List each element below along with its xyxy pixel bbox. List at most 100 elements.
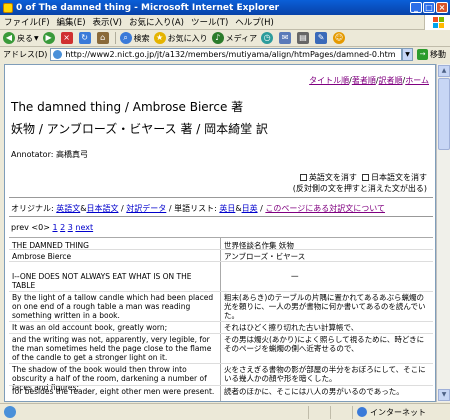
- go-button[interactable]: → 移動: [417, 49, 446, 60]
- pager-prev: prev: [11, 223, 29, 232]
- sep-3: /: [260, 204, 263, 213]
- row-3-en[interactable]: I--ONE DOES NOT ALWAYS EAT WHAT IS ON TH…: [12, 272, 217, 290]
- link-titles[interactable]: タイトル順: [309, 76, 349, 85]
- zone-indicator: インターネット: [352, 405, 450, 419]
- back-button[interactable]: ◀ 戻る ▼: [3, 32, 39, 44]
- row-divider: [9, 249, 433, 250]
- pager-2[interactable]: 2: [60, 223, 65, 232]
- title-bar: 0 of The damned thing - Microsoft Intern…: [0, 0, 450, 15]
- menu-tools[interactable]: ツール(T): [191, 16, 228, 28]
- minimize-button[interactable]: _: [410, 2, 422, 13]
- row-divider: [9, 385, 433, 386]
- edit-button[interactable]: ✎: [315, 32, 328, 44]
- star-icon: ★: [153, 32, 166, 44]
- media-icon: ♪: [211, 32, 224, 44]
- back-label: 戻る: [17, 33, 33, 43]
- window-title: 0 of The damned thing - Microsoft Intern…: [16, 2, 280, 13]
- row-8-ja[interactable]: 読者のほかに、そこには八人の男がいるのであった。: [224, 387, 429, 396]
- link-original-ja[interactable]: 日本語文: [87, 204, 119, 213]
- link-home[interactable]: ホーム: [405, 76, 429, 85]
- pager-1[interactable]: 1: [52, 223, 57, 232]
- row-divider: [9, 363, 433, 364]
- row-2-ja[interactable]: 一: [291, 272, 435, 281]
- history-button[interactable]: ◷: [261, 32, 274, 44]
- status-bar: インターネット: [0, 403, 450, 420]
- link-parallel-data[interactable]: 対訳データ: [126, 204, 166, 213]
- row-divider: [9, 321, 433, 322]
- pager-3[interactable]: 3: [68, 223, 73, 232]
- home-button[interactable]: ⌂: [96, 32, 109, 44]
- row-5-ja[interactable]: それはひどく擦り切れた古い計算帳で、: [224, 323, 429, 332]
- link-wordlist-ja[interactable]: 日英: [242, 204, 258, 213]
- scroll-up-button[interactable]: ▲: [438, 65, 450, 77]
- page-icon: [53, 50, 63, 59]
- divider: [9, 197, 433, 198]
- link-original-en[interactable]: 英語文: [56, 204, 80, 213]
- hide-english-checkbox[interactable]: [299, 174, 307, 181]
- address-input[interactable]: http://www2.nict.go.jp/jt/a132/members/m…: [50, 48, 402, 61]
- row-6-en[interactable]: and the writing was not, apparently, ver…: [12, 335, 217, 362]
- scroll-thumb[interactable]: [438, 78, 450, 150]
- menu-edit[interactable]: 編集(E): [57, 16, 86, 28]
- hide-note: (反対側の文を押すと消えた文が出る): [292, 184, 427, 193]
- menu-help[interactable]: ヘルプ(H): [235, 16, 274, 28]
- search-icon: ⌕: [119, 32, 132, 44]
- forward-button[interactable]: ▶: [42, 32, 55, 44]
- hide-english-label: 英語文を消す: [308, 173, 357, 182]
- row-4-ja[interactable]: 粗末(あらき)のテーブルの片隅に置かれてあるあぶら蝋燭の光を頼りに、一人の男が書…: [224, 293, 429, 320]
- row-1-en[interactable]: Ambrose Bierce: [12, 252, 217, 261]
- refresh-button[interactable]: ↻: [78, 32, 91, 44]
- address-bar: アドレス(D) http://www2.nict.go.jp/jt/a132/m…: [0, 47, 450, 62]
- row-8-en[interactable]: for besides the reader, eight other men …: [12, 387, 217, 396]
- search-button[interactable]: ⌕ 検索: [119, 32, 150, 44]
- print-button[interactable]: ▤: [297, 32, 310, 44]
- address-label: アドレス(D): [3, 50, 48, 59]
- hide-japanese-checkbox[interactable]: [362, 174, 369, 181]
- close-button[interactable]: ×: [436, 2, 448, 13]
- globe-icon: [357, 407, 367, 417]
- page-title-en: The damned thing / Ambrose Bierce 著: [11, 100, 244, 114]
- scroll-down-button[interactable]: ▼: [438, 389, 450, 401]
- pager-next[interactable]: next: [75, 223, 93, 232]
- messenger-button[interactable]: ☺: [333, 32, 346, 44]
- vertical-scrollbar[interactable]: ▲ ▼: [436, 64, 450, 402]
- hide-options: 英語文を消す 日本語文を消す (反対側の文を押すと消えた文が出る): [293, 172, 427, 194]
- menu-view[interactable]: 表示(V): [93, 16, 122, 28]
- english-column: THE DAMNED THING Ambrose Bierce I--ONE D…: [9, 238, 221, 401]
- go-label: 移動: [430, 50, 446, 59]
- mail-button[interactable]: ✉: [279, 32, 292, 44]
- sep-2: / 単語リスト:: [168, 204, 217, 213]
- hide-japanese-label: 日本語文を消す: [371, 173, 427, 182]
- sep-1: /: [121, 204, 124, 213]
- ie-icon: [3, 2, 13, 13]
- maximize-button[interactable]: □: [423, 2, 435, 13]
- link-about-parallel[interactable]: このページにある対訳文について: [265, 204, 385, 213]
- favorites-button[interactable]: ★ お気に入り: [153, 32, 208, 44]
- row-divider: [9, 333, 433, 334]
- media-label: メディア: [225, 33, 258, 43]
- toolbar: ◀ 戻る ▼ ▶ × ↻ ⌂ ⌕ 検索 ★ お気に入り ♪ メディア ◷ ✉ ▤…: [0, 30, 450, 47]
- link-authors[interactable]: 著者順: [352, 76, 376, 85]
- link-translators[interactable]: 訳者順: [379, 76, 403, 85]
- original-links: オリジナル: 英語文&日本語文 / 対訳データ / 単語リスト: 英日&日英 /…: [11, 203, 385, 214]
- status-cell: [330, 405, 352, 419]
- menu-file[interactable]: ファイル(F): [4, 16, 50, 28]
- address-dropdown-button[interactable]: ▼: [402, 48, 413, 61]
- go-arrow-icon: →: [417, 49, 428, 60]
- stop-button[interactable]: ×: [60, 32, 73, 44]
- row-1-ja[interactable]: アンブローズ・ビヤース: [224, 252, 429, 261]
- link-wordlist-en[interactable]: 英日: [219, 204, 235, 213]
- back-dropdown-icon[interactable]: ▼: [34, 35, 39, 42]
- row-6-ja[interactable]: その男は燭火(あかり)によく照らして視るために、時どきにそのページを蝋燭の側へ近…: [224, 335, 429, 353]
- media-button[interactable]: ♪ メディア: [211, 32, 258, 44]
- page-done-icon: [4, 406, 16, 418]
- japanese-column: 世界怪談名作集 妖物 アンブローズ・ビヤース 一 粗末(あらき)のテーブルの片隅…: [221, 238, 435, 401]
- parallel-text-table: THE DAMNED THING Ambrose Bierce I--ONE D…: [9, 237, 435, 401]
- row-7-ja[interactable]: 火をさえぎる書物の影が部屋の半分をおぼろにして、そこにいる幾人かの顔や形を暗くし…: [224, 365, 429, 383]
- menu-favorites[interactable]: お気に入り(A): [129, 16, 184, 28]
- pager: prev <0> 1 2 3 next: [11, 223, 93, 232]
- row-divider: [9, 261, 433, 262]
- row-4-en[interactable]: By the light of a tallow candle which ha…: [12, 293, 217, 320]
- annotator-text: Annotator: 高橋真弓: [11, 150, 88, 159]
- row-5-en[interactable]: It was an old account book, greatly worn…: [12, 323, 217, 332]
